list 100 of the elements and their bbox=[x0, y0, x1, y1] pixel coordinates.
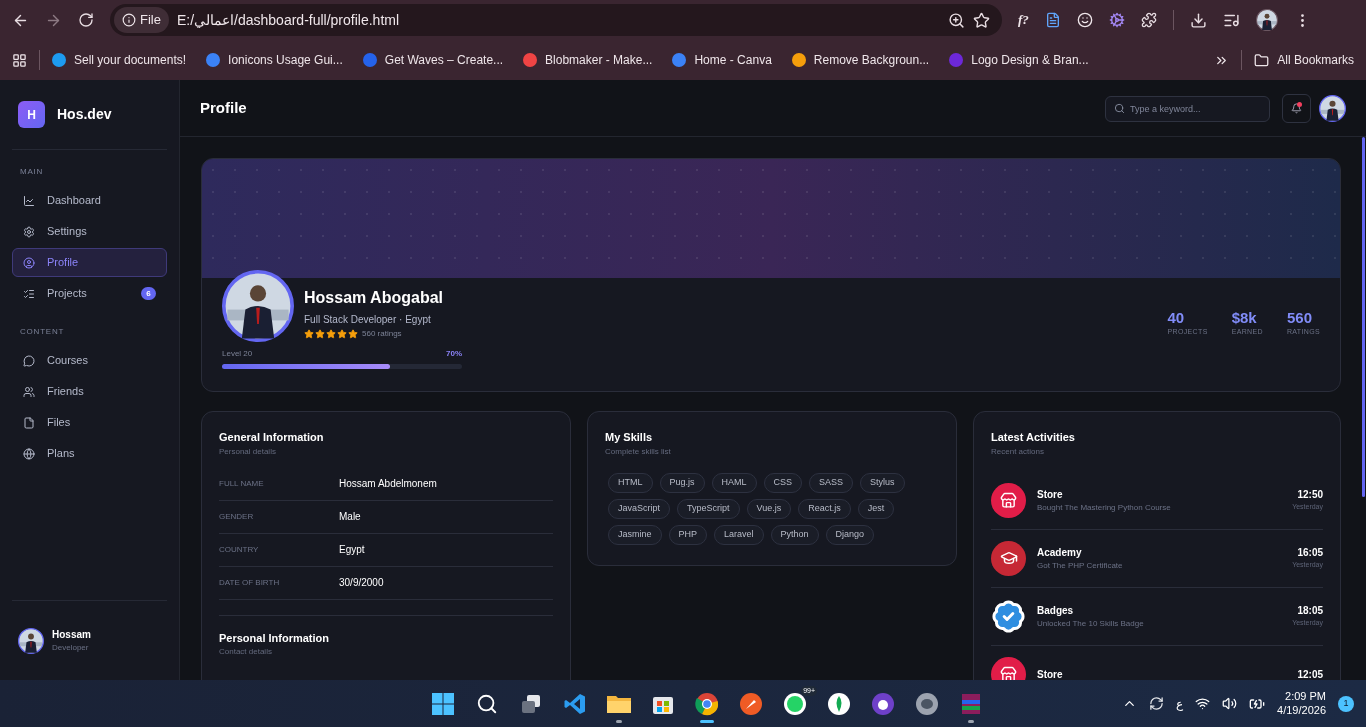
zoom-icon[interactable] bbox=[948, 11, 965, 29]
code-editor-icon[interactable] bbox=[563, 691, 588, 716]
activity-title: Store bbox=[1037, 667, 1064, 680]
activity-time: 16:05 bbox=[1297, 546, 1323, 561]
reload-icon[interactable] bbox=[78, 12, 94, 28]
stat-value: $8k bbox=[1231, 310, 1258, 325]
skill-tag: Pug.js bbox=[659, 472, 705, 493]
info-icon bbox=[122, 13, 136, 27]
document-icon[interactable] bbox=[1044, 12, 1061, 28]
skill-tag: Stylus bbox=[860, 472, 905, 493]
url-text: E:/اعمالي/dashboard-full/profile.html bbox=[176, 10, 401, 30]
bookmark-star-icon[interactable] bbox=[973, 11, 990, 29]
field-value: Hossam Abdelmonem bbox=[339, 477, 437, 491]
count-badge: 6 bbox=[141, 287, 156, 300]
field-value: 30/9/2000 bbox=[339, 576, 384, 590]
nav-item[interactable]: Dashboard bbox=[12, 186, 167, 215]
skill-tag: JavaScript bbox=[608, 498, 671, 519]
skill-tag: Jasmine bbox=[608, 524, 662, 545]
chart-icon bbox=[23, 194, 35, 207]
gear-icon[interactable] bbox=[1108, 12, 1125, 28]
skill-tag: HAML bbox=[711, 472, 757, 493]
download-icon[interactable] bbox=[1189, 11, 1207, 29]
level-percent: 70% bbox=[446, 348, 462, 360]
leaf-icon[interactable] bbox=[827, 691, 852, 716]
bookmark-link[interactable]: Get Waves – Create... bbox=[362, 51, 504, 69]
extension-button[interactable]: f? bbox=[1018, 10, 1029, 30]
activity-detail: Bought The Mastering Python Course bbox=[1037, 501, 1172, 514]
skill-tag: SASS bbox=[809, 472, 854, 493]
card-subtitle: Recent actions bbox=[991, 445, 1045, 458]
notifications-button[interactable] bbox=[1282, 93, 1311, 123]
bookmark-link[interactable]: Ionicons Usage Gui... bbox=[206, 51, 343, 69]
start-icon[interactable] bbox=[431, 691, 456, 716]
skill-tag: Django bbox=[825, 524, 875, 545]
bookmark-link[interactable]: Blobmaker - Make... bbox=[523, 51, 653, 69]
notification-count[interactable]: 1 bbox=[1338, 695, 1354, 712]
extensions-icon[interactable] bbox=[1140, 12, 1157, 28]
stat-value: 560 bbox=[1286, 310, 1313, 325]
field-label: GENDER bbox=[219, 510, 255, 523]
bookmark-link[interactable]: Remove Backgroun... bbox=[791, 51, 930, 69]
running-indicator bbox=[968, 719, 975, 723]
clock-time[interactable]: 2:09 PM bbox=[1285, 689, 1326, 704]
sync-icon[interactable] bbox=[1149, 696, 1165, 711]
nav-item[interactable]: Friends bbox=[12, 377, 167, 406]
bell-icon bbox=[1291, 102, 1302, 114]
store-icon bbox=[991, 482, 1026, 518]
stat-value: 40 bbox=[1167, 310, 1186, 325]
check-badge-icon bbox=[991, 598, 1026, 634]
graduation-cap-icon bbox=[991, 540, 1026, 576]
browser-icon[interactable] bbox=[695, 691, 720, 716]
activity-time: 12:05 bbox=[1297, 667, 1323, 680]
nav-item[interactable]: Files bbox=[12, 408, 167, 437]
bookmark-link[interactable]: Sell your documents! bbox=[52, 51, 187, 69]
clock-date[interactable]: 4/19/2026 bbox=[1277, 703, 1326, 718]
settings-icon bbox=[23, 225, 35, 238]
apps-icon[interactable] bbox=[12, 52, 27, 68]
activity-detail: Unlocked The 10 Skills Badge bbox=[1037, 617, 1145, 630]
skill-tag: Jest bbox=[857, 498, 895, 519]
nav-item[interactable]: Settings bbox=[12, 217, 167, 246]
skill-tag: Laravel bbox=[714, 524, 764, 545]
skill-tag: React.js bbox=[798, 498, 851, 519]
activity-title: Academy bbox=[1037, 545, 1083, 560]
nav-item[interactable]: Courses bbox=[12, 346, 167, 375]
card-title: General Information bbox=[219, 430, 325, 445]
input-language[interactable]: ع bbox=[1176, 694, 1184, 713]
nav-item[interactable]: Plans bbox=[12, 439, 167, 468]
user-avatar bbox=[18, 627, 44, 654]
card-title: Personal Information bbox=[219, 630, 331, 646]
skill-tag: PHP bbox=[668, 524, 708, 545]
profile-avatar bbox=[1255, 9, 1278, 31]
profile-photo bbox=[222, 270, 294, 342]
activity-time: 18:05 bbox=[1297, 604, 1323, 619]
section-label: MAIN bbox=[19, 166, 45, 178]
logo-badge: H bbox=[18, 101, 45, 128]
search-field[interactable]: Type a keyword... bbox=[1105, 95, 1270, 122]
bookmark-link[interactable]: Home - Canva bbox=[672, 51, 772, 69]
all-bookmarks-link[interactable]: All Bookmarks bbox=[1254, 51, 1354, 69]
checklist-icon bbox=[23, 287, 35, 300]
field-label: DATE OF BIRTH bbox=[219, 576, 281, 589]
activity-time: 12:50 bbox=[1297, 488, 1323, 503]
bookmark-link[interactable]: Logo Design & Bran... bbox=[949, 51, 1089, 69]
volume-icon[interactable] bbox=[1222, 696, 1238, 711]
folder-icon bbox=[1254, 52, 1270, 68]
user-name: Hossam bbox=[52, 628, 91, 642]
nav-item[interactable]: Profile bbox=[12, 248, 167, 277]
search-icon bbox=[1114, 102, 1125, 114]
site-info-chip[interactable]: File bbox=[114, 7, 169, 33]
field-label: COUNTRY bbox=[219, 543, 260, 556]
nav-item[interactable]: Projects 6 bbox=[12, 279, 167, 308]
card-title: My Skills bbox=[605, 430, 654, 445]
face-icon[interactable] bbox=[1076, 12, 1093, 28]
card-subtitle: Personal details bbox=[219, 445, 277, 458]
wifi-icon[interactable] bbox=[1195, 696, 1211, 711]
user-role: Developer bbox=[52, 642, 90, 654]
search-icon[interactable] bbox=[476, 692, 499, 715]
skill-tag: Vue.js bbox=[746, 498, 792, 519]
section-label: CONTENT bbox=[19, 326, 66, 338]
field-value: Male bbox=[339, 510, 361, 524]
profile-name: Hossam Abogabal bbox=[304, 288, 443, 308]
page-title: Profile bbox=[200, 97, 248, 118]
field-value: Egypt bbox=[339, 543, 365, 557]
